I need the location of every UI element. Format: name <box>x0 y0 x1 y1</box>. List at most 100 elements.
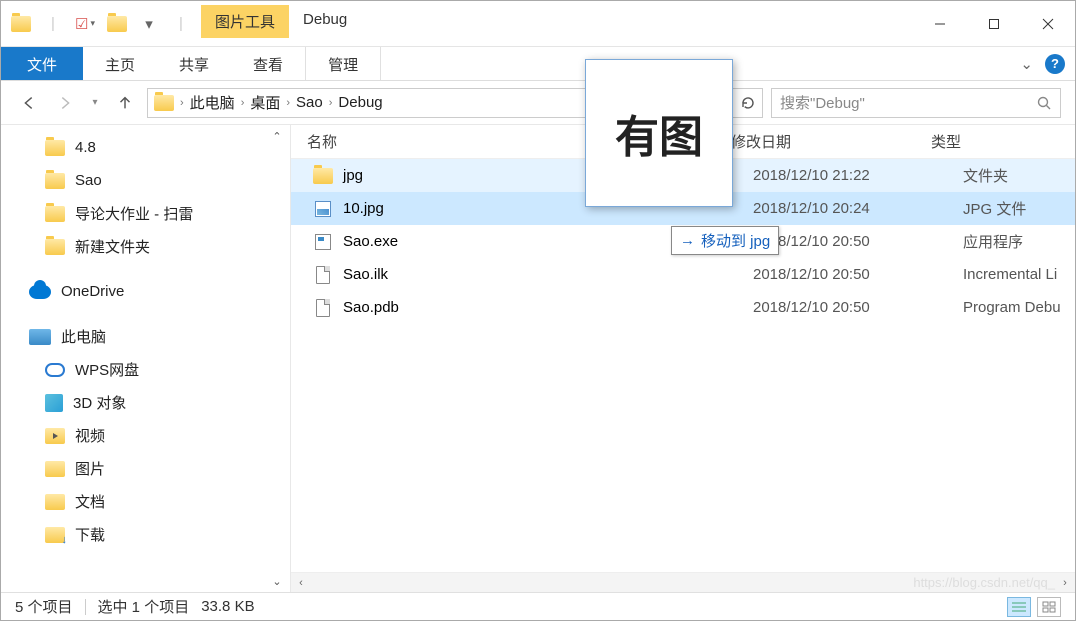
tree-onedrive-label: OneDrive <box>61 283 124 300</box>
file-date: 2018/12/10 20:50 <box>753 233 953 250</box>
folder-icon <box>45 140 65 156</box>
file-type: 文件夹 <box>963 165 1075 186</box>
navigation-pane[interactable]: ⌃ 4.8 Sao 导论大作业 - 扫雷新建文件夹 OneDrive 此电脑 WPS… <box>1 125 291 592</box>
close-button[interactable] <box>1021 1 1075 46</box>
status-separator <box>85 599 86 615</box>
title-bar: | ☑▾ ▾ | 图片工具 Debug <box>1 1 1075 47</box>
tree-item-label: Sao <box>75 172 102 189</box>
drag-preview-thumbnail: 有图 <box>585 59 733 207</box>
crumb-sep-icon[interactable]: › <box>286 97 290 109</box>
crumb-sep-icon[interactable]: › <box>329 97 333 109</box>
tab-share[interactable]: 共享 <box>157 47 231 80</box>
refresh-button[interactable] <box>733 88 763 118</box>
tree-item-label: 视频 <box>75 425 105 446</box>
file-date: 2018/12/10 20:50 <box>753 266 953 283</box>
exe-file-icon <box>315 234 331 250</box>
nav-back-button[interactable] <box>15 89 43 117</box>
file-type: Program Debu <box>963 299 1075 316</box>
qat-customize-icon[interactable]: ▾ <box>135 10 163 38</box>
folder-icon <box>313 168 333 184</box>
tree-pc-item[interactable]: WPS网盘 <box>1 353 290 386</box>
drag-tooltip: → 移动到 jpg <box>671 226 779 255</box>
qat-separator: | <box>39 10 67 38</box>
content-area: ⌃ 4.8 Sao 导论大作业 - 扫雷新建文件夹 OneDrive 此电脑 WPS… <box>1 125 1075 592</box>
hscroll-left-icon[interactable]: ‹ <box>291 577 311 589</box>
file-name: Sao.pdb <box>343 299 743 316</box>
window-controls <box>913 1 1075 46</box>
tree-item-label: 文档 <box>75 491 105 512</box>
ribbon-expand-icon[interactable]: ⌄ <box>1020 55 1033 73</box>
tree-pc-item[interactable]: 视频 <box>1 419 290 452</box>
search-placeholder: 搜索"Debug" <box>780 92 1036 113</box>
tree-item-label: 4.8 <box>75 139 96 156</box>
pic-icon <box>45 461 65 477</box>
tree-item-label: WPS网盘 <box>75 359 139 380</box>
address-bar: ▾ › 此电脑 › 桌面 › Sao › Debug 搜索"Debug" <box>1 81 1075 125</box>
crumb-sao[interactable]: Sao <box>292 92 327 113</box>
folder-icon <box>45 239 65 255</box>
generic-file-icon <box>316 299 330 317</box>
tab-file[interactable]: 文件 <box>1 47 83 80</box>
new-folder-qat-icon[interactable] <box>103 10 131 38</box>
crumb-thispc[interactable]: 此电脑 <box>186 90 239 115</box>
pc-icon <box>29 329 51 345</box>
hscroll-right-icon[interactable]: › <box>1055 577 1075 589</box>
file-type: Incremental Li <box>963 266 1075 283</box>
file-type: JPG 文件 <box>963 198 1075 219</box>
tree-pc-item[interactable]: 3D 对象 <box>1 386 290 419</box>
window-title: Debug <box>289 1 913 46</box>
tree-pc-item[interactable]: 图片 <box>1 452 290 485</box>
onedrive-icon <box>29 285 51 299</box>
scroll-up-icon[interactable]: ⌃ <box>268 127 286 145</box>
crumb-sep-icon[interactable]: › <box>180 97 184 109</box>
tree-item-label: 新建文件夹 <box>75 236 150 257</box>
nav-up-button[interactable] <box>111 89 139 117</box>
nav-forward-button[interactable] <box>51 89 79 117</box>
properties-qat-icon[interactable]: ☑▾ <box>71 10 99 38</box>
column-type[interactable]: 类型 <box>931 131 1075 152</box>
tree-thispc[interactable]: 此电脑 <box>1 320 290 353</box>
video-icon <box>45 428 65 444</box>
status-size: 33.8 KB <box>201 598 254 615</box>
file-date: 2018/12/10 20:50 <box>753 299 953 316</box>
maximize-button[interactable] <box>967 1 1021 46</box>
file-date: 2018/12/10 21:22 <box>753 167 953 184</box>
minimize-button[interactable] <box>913 1 967 46</box>
nav-recent-dropdown[interactable]: ▾ <box>87 89 103 117</box>
crumb-sep-icon[interactable]: › <box>241 97 245 109</box>
file-type: 应用程序 <box>963 231 1075 252</box>
tab-home[interactable]: 主页 <box>83 47 157 80</box>
drag-tooltip-text: 移动到 jpg <box>701 230 770 251</box>
file-row[interactable]: Sao.ilk 2018/12/10 20:50 Incremental Li <box>291 258 1075 291</box>
search-icon <box>1036 95 1052 111</box>
move-arrow-icon: → <box>680 232 695 249</box>
search-input[interactable]: 搜索"Debug" <box>771 88 1061 118</box>
tree-pc-item[interactable]: 文档 <box>1 485 290 518</box>
crumb-desktop[interactable]: 桌面 <box>246 90 284 115</box>
tree-item-label: 图片 <box>75 458 105 479</box>
file-name: Sao.ilk <box>343 266 743 283</box>
view-large-icons-button[interactable] <box>1037 597 1061 617</box>
scroll-down-icon[interactable]: ⌄ <box>268 572 286 590</box>
tree-item-label: 下载 <box>75 524 105 545</box>
tree-onedrive[interactable]: OneDrive <box>1 275 290 308</box>
quick-access-toolbar: | ☑▾ ▾ | <box>1 1 201 46</box>
file-row[interactable]: Sao.pdb 2018/12/10 20:50 Program Debu <box>291 291 1075 324</box>
help-icon[interactable]: ? <box>1045 54 1065 74</box>
tree-item-label: 3D 对象 <box>73 392 126 413</box>
tree-quick-item[interactable]: 新建文件夹 <box>1 230 290 263</box>
tab-view[interactable]: 查看 <box>231 47 305 80</box>
column-date[interactable]: 修改日期 <box>731 131 931 152</box>
tree-quick-item[interactable]: Sao <box>1 164 290 197</box>
ribbon-tabs: 文件 主页 共享 查看 管理 ⌄ ? <box>1 47 1075 81</box>
folder-qat-icon[interactable] <box>7 10 35 38</box>
tab-manage[interactable]: 管理 <box>305 47 381 80</box>
status-bar: 5 个项目 选中 1 个项目 33.8 KB <box>1 592 1075 620</box>
tree-quick-item[interactable]: 4.8 <box>1 131 290 164</box>
tree-quick-item[interactable]: 导论大作业 - 扫雷 <box>1 197 290 230</box>
doc-icon <box>45 494 65 510</box>
view-details-button[interactable] <box>1007 597 1031 617</box>
tree-thispc-label: 此电脑 <box>61 326 106 347</box>
crumb-debug[interactable]: Debug <box>334 92 386 113</box>
tree-pc-item[interactable]: 下载 <box>1 518 290 551</box>
